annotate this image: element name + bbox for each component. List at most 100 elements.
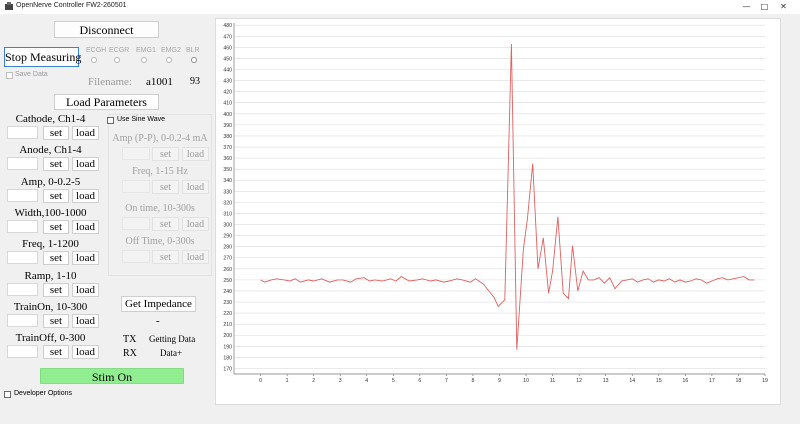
sine-set-button-freq[interactable]: set — [152, 180, 179, 194]
param-input-amp[interactable] — [7, 189, 38, 202]
sine-input-on-time[interactable] — [122, 217, 150, 230]
param-set-button-freq[interactable]: set — [43, 251, 69, 265]
y-tick-label: 240 — [223, 289, 232, 295]
param-set-button-anode[interactable]: set — [43, 157, 69, 171]
sine-label-amp: Amp (P-P), 0-0.2-4 mA — [112, 133, 208, 144]
signal-chart: 1701801902002102202302402502602702802903… — [223, 23, 768, 384]
param-set-button-trainoff[interactable]: set — [43, 345, 69, 359]
sine-load-button-off-time[interactable]: load — [182, 250, 209, 264]
sine-input-freq[interactable] — [122, 180, 150, 193]
sine-load-button-freq[interactable]: load — [182, 180, 209, 194]
param-input-cathode[interactable] — [7, 126, 38, 139]
developer-options-checkbox[interactable] — [4, 391, 11, 398]
save-data-label: Save Data — [15, 71, 48, 78]
param-set-button-width[interactable]: set — [43, 220, 69, 234]
param-load-button-width[interactable]: load — [72, 220, 99, 234]
channel-radio-emg1[interactable] — [141, 57, 147, 63]
x-tick-label: 13 — [603, 378, 609, 384]
channel-radio-emg2[interactable] — [166, 57, 172, 63]
channel-label-blr: BLR — [186, 47, 200, 54]
title-bar: OpenNerve Controller FW2-260501 — □ ✕ — [0, 0, 800, 14]
disconnect-button[interactable]: Disconnect — [54, 21, 159, 38]
param-set-button-ramp[interactable]: set — [43, 283, 69, 297]
x-tick-label: 7 — [445, 378, 448, 384]
y-tick-label: 200 — [223, 333, 232, 339]
x-tick-label: 17 — [709, 378, 715, 384]
param-label-freq: Freq, 1-1200 — [22, 238, 79, 250]
y-tick-label: 290 — [223, 234, 232, 240]
x-tick-label: 18 — [736, 378, 742, 384]
param-input-trainon[interactable] — [7, 314, 38, 327]
param-label-trainon: TrainOn, 10-300 — [13, 301, 88, 313]
sine-set-button-on-time[interactable]: set — [152, 217, 179, 231]
save-data-checkbox[interactable] — [6, 72, 13, 79]
app-icon — [5, 2, 13, 10]
stim-on-button[interactable]: Stim On — [40, 368, 184, 384]
x-tick-label: 1 — [286, 378, 289, 384]
x-tick-label: 12 — [576, 378, 582, 384]
get-impedance-button[interactable]: Get Impedance — [121, 296, 196, 312]
channel-label-ecgh: ECGH — [86, 47, 107, 54]
param-load-button-freq[interactable]: load — [72, 251, 99, 265]
param-load-button-trainon[interactable]: load — [72, 314, 99, 328]
close-icon[interactable]: ✕ — [777, 1, 790, 13]
minimize-icon[interactable]: — — [740, 1, 753, 13]
param-load-button-amp[interactable]: load — [72, 189, 99, 203]
y-tick-label: 280 — [223, 245, 232, 251]
param-load-button-cathode[interactable]: load — [72, 126, 99, 140]
param-label-amp: Amp, 0-0.2-5 — [20, 176, 81, 188]
param-load-button-anode[interactable]: load — [72, 157, 99, 171]
param-input-trainoff[interactable] — [7, 345, 38, 358]
y-tick-label: 220 — [223, 311, 232, 317]
x-tick-label: 4 — [365, 378, 368, 384]
sine-input-amp[interactable] — [122, 147, 150, 160]
param-label-ramp: Ramp, 1-10 — [24, 270, 77, 282]
y-tick-label: 400 — [223, 112, 232, 118]
param-label-anode: Anode, Ch1-4 — [19, 144, 82, 156]
x-tick-label: 3 — [339, 378, 342, 384]
param-input-anode[interactable] — [7, 157, 38, 170]
y-tick-label: 340 — [223, 178, 232, 184]
y-tick-label: 430 — [223, 79, 232, 85]
sine-set-button-amp[interactable]: set — [152, 147, 179, 161]
sine-label-on-time: On time, 10-300s — [125, 203, 195, 214]
channel-radio-ecgr[interactable] — [114, 57, 120, 63]
param-load-button-ramp[interactable]: load — [72, 283, 99, 297]
x-tick-label: 16 — [682, 378, 688, 384]
rx-label: RX — [123, 348, 137, 359]
stop-measuring-button[interactable]: Stop Measuring — [4, 47, 81, 67]
y-tick-label: 210 — [223, 322, 232, 328]
x-tick-label: 9 — [498, 378, 501, 384]
y-tick-label: 250 — [223, 278, 232, 284]
param-label-trainoff: TrainOff, 0-300 — [15, 332, 86, 344]
y-tick-label: 370 — [223, 145, 232, 151]
param-set-button-amp[interactable]: set — [43, 189, 69, 203]
sine-set-button-off-time[interactable]: set — [152, 250, 179, 264]
sine-input-off-time[interactable] — [122, 250, 150, 263]
x-tick-label: 11 — [550, 378, 555, 384]
channel-radio-ecgh[interactable] — [91, 57, 97, 63]
param-load-button-trainoff[interactable]: load — [72, 345, 99, 359]
y-tick-label: 190 — [223, 344, 232, 350]
x-tick-label: 15 — [656, 378, 662, 384]
y-tick-label: 470 — [223, 34, 232, 40]
param-set-button-trainon[interactable]: set — [43, 314, 69, 328]
sine-load-button-on-time[interactable]: load — [182, 217, 209, 231]
y-tick-label: 480 — [223, 23, 232, 29]
channel-radio-blr[interactable] — [191, 57, 197, 63]
param-set-button-cathode[interactable]: set — [43, 126, 69, 140]
y-tick-label: 180 — [223, 355, 232, 361]
signal-line-series — [260, 43, 755, 350]
sine-wave-checkbox[interactable] — [107, 117, 114, 124]
param-input-width[interactable] — [7, 220, 38, 233]
developer-options-label: Developer Options — [14, 390, 72, 397]
param-input-ramp[interactable] — [7, 283, 38, 296]
load-parameters-button[interactable]: Load Parameters — [54, 94, 159, 110]
x-tick-label: 19 — [762, 378, 768, 384]
y-tick-label: 360 — [223, 156, 232, 162]
maximize-icon[interactable]: □ — [758, 1, 771, 13]
sine-load-button-amp[interactable]: load — [182, 147, 209, 161]
y-tick-label: 300 — [223, 223, 232, 229]
param-input-freq[interactable] — [7, 251, 38, 264]
y-tick-label: 380 — [223, 134, 232, 140]
